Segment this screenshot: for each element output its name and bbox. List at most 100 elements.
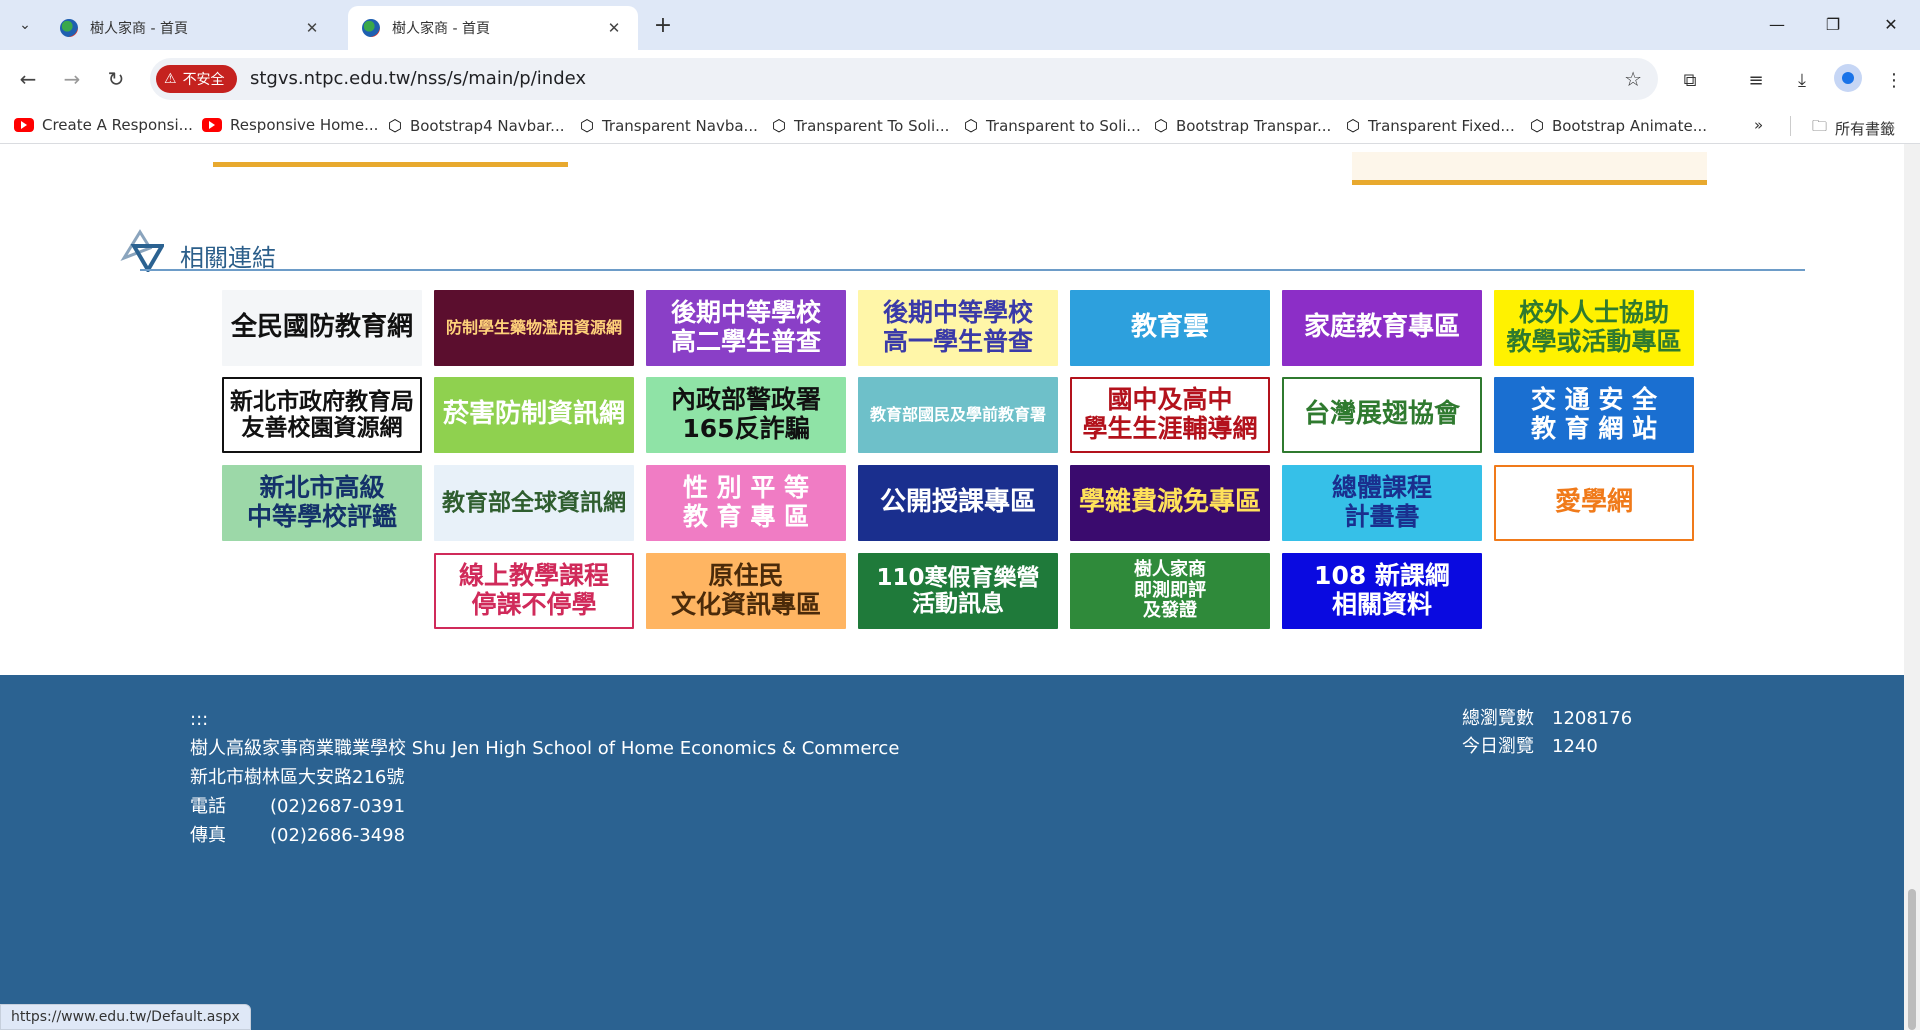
bookmark-label: Transparent to Soli... xyxy=(985,116,1141,135)
new-tab-plus-icon[interactable]: + xyxy=(650,12,676,38)
codepen-icon: ⬡ xyxy=(1154,116,1168,135)
related-link-banner[interactable]: 108 新課綱 相關資料 xyxy=(1282,553,1482,629)
url-text[interactable]: stgvs.ntpc.edu.tw/nss/s/main/p/index xyxy=(250,58,586,100)
related-link-label: 菸害防制資訊網 xyxy=(442,399,625,430)
related-link-label: 學雜費減免專區 xyxy=(1078,487,1261,518)
today-views-label: 今日瀏覽 xyxy=(1462,736,1534,757)
bookmark-item[interactable]: ⬡ Bootstrap4 Navbar... xyxy=(388,116,564,135)
browser-tab-2-active[interactable]: 樹人家商 - 首頁 ✕ xyxy=(348,6,638,50)
related-link-banner[interactable]: 家庭教育專區 xyxy=(1282,290,1482,366)
downloads-icon[interactable]: ⤓ xyxy=(1788,66,1816,94)
related-link-banner[interactable]: 台灣展翅協會 xyxy=(1282,377,1482,453)
bookmark-item[interactable]: ⬡ Transparent to Soli... xyxy=(964,116,1141,135)
section-divider xyxy=(140,269,1805,271)
related-link-banner[interactable]: 新北市高級 中等學校評鑑 xyxy=(222,465,422,541)
total-views-row: 總瀏覽數 1208176 xyxy=(1462,705,1632,733)
minimize-window-icon[interactable]: — xyxy=(1752,8,1802,40)
phone-label: 電話 xyxy=(190,796,226,817)
related-link-banner[interactable]: 國中及高中 學生生涯輔導網 xyxy=(1070,377,1270,453)
tab-search-chevron-icon[interactable]: ⌄ xyxy=(12,12,38,38)
related-link-banner[interactable]: 教育部全球資訊網 xyxy=(434,465,634,541)
codepen-icon: ⬡ xyxy=(772,116,786,135)
related-link-banner[interactable]: 防制學生藥物濫用資源網 xyxy=(434,290,634,366)
fax-row: 傳真 (02)2686-3498 xyxy=(190,821,899,850)
related-link-label: 原住民 文化資訊專區 xyxy=(670,561,821,619)
related-link-label: 教育部國民及學前教育署 xyxy=(869,404,1046,424)
triangle-logo-icon xyxy=(120,229,164,272)
bookmark-item[interactable]: ⬡ Transparent Navba... xyxy=(580,116,758,135)
related-link-label: 新北市高級 中等學校評鑑 xyxy=(246,473,397,531)
bookmark-label: Create A Responsi... xyxy=(42,116,193,134)
related-link-banner[interactable]: 校外人士協助 教學或活動專區 xyxy=(1494,290,1694,366)
related-link-banner[interactable]: 總體課程 計畫書 xyxy=(1282,465,1482,541)
related-link-banner[interactable]: 愛學網 xyxy=(1494,465,1694,541)
accesskey-marker[interactable]: ::: xyxy=(190,705,899,734)
bookmark-label: Transparent To Soli... xyxy=(793,116,950,135)
related-link-label: 防制學生藥物濫用資源網 xyxy=(445,317,622,337)
bookmark-label: Transparent Navba... xyxy=(601,116,758,135)
related-link-label: 校外人士協助 教學或活動專區 xyxy=(1506,298,1682,356)
not-secure-label: 不安全 xyxy=(182,72,225,88)
bookmarks-divider xyxy=(1790,116,1791,136)
youtube-icon xyxy=(202,118,222,132)
related-link-banner[interactable]: 性 別 平 等 教 育 專 區 xyxy=(646,465,846,541)
related-link-banner[interactable]: 新北市政府教育局 友善校園資源網 xyxy=(222,377,422,453)
related-link-banner[interactable]: 線上教學課程 停課不停學 xyxy=(434,553,634,629)
back-arrow-icon[interactable]: ← xyxy=(12,63,44,95)
bookmark-item[interactable]: Create A Responsi... xyxy=(14,116,193,134)
school-name: 樹人高級家事商業職業學校 Shu Jen High School of Home… xyxy=(190,738,900,759)
all-bookmarks-button[interactable]: 🗀 所有書籤 xyxy=(1812,116,1895,141)
not-secure-badge[interactable]: ⚠ 不安全 xyxy=(156,65,237,93)
extensions-puzzle-icon[interactable]: ⧉ xyxy=(1676,66,1704,94)
related-link-banner[interactable]: 菸害防制資訊網 xyxy=(434,377,634,453)
related-link-banner[interactable]: 公開授課專區 xyxy=(858,465,1058,541)
scrollbar-thumb[interactable] xyxy=(1908,889,1916,1030)
bookmark-item[interactable]: ⬡ Bootstrap Animate... xyxy=(1530,116,1707,135)
forward-arrow-icon[interactable]: → xyxy=(56,63,88,95)
tab-title: 樹人家商 - 首頁 xyxy=(392,21,490,37)
related-link-banner[interactable]: 教育部國民及學前教育署 xyxy=(858,377,1058,453)
fax-label: 傳真 xyxy=(190,825,226,846)
browser-tab-1[interactable]: 樹人家商 - 首頁 ✕ xyxy=(46,6,336,50)
related-link-banner[interactable]: 原住民 文化資訊專區 xyxy=(646,553,846,629)
close-window-icon[interactable]: ✕ xyxy=(1866,8,1916,40)
related-link-banner[interactable]: 內政部警政署 165反詐騙 xyxy=(646,377,846,453)
related-link-banner[interactable]: 後期中等學校 高一學生普查 xyxy=(858,290,1058,366)
related-link-banner[interactable]: 學雜費減免專區 xyxy=(1070,465,1270,541)
profile-avatar-icon[interactable] xyxy=(1834,64,1862,92)
bookmark-item[interactable]: ⬡ Bootstrap Transpar... xyxy=(1154,116,1331,135)
bookmark-item[interactable]: Responsive Home... xyxy=(202,116,378,134)
related-link-label: 內政部警政署 165反詐騙 xyxy=(670,385,821,443)
bookmark-item[interactable]: ⬡ Transparent To Soli... xyxy=(772,116,949,135)
close-tab-icon[interactable]: ✕ xyxy=(604,18,624,38)
bookmark-star-icon[interactable]: ☆ xyxy=(1624,67,1642,91)
reload-icon[interactable]: ↻ xyxy=(100,63,132,95)
phone-number: (02)2687-0391 xyxy=(270,796,406,817)
related-link-label: 108 新課綱 相關資料 xyxy=(1314,561,1450,619)
bookmark-label: Transparent Fixed... xyxy=(1367,116,1515,135)
address-bar[interactable]: ⚠ 不安全 stgvs.ntpc.edu.tw/nss/s/main/p/ind… xyxy=(150,58,1658,100)
related-link-banner[interactable]: 樹人家商 即測即評 及發證 xyxy=(1070,553,1270,629)
codepen-icon: ⬡ xyxy=(1346,116,1360,135)
related-link-banner[interactable]: 教育雲 xyxy=(1070,290,1270,366)
media-queue-icon[interactable]: ≡ xyxy=(1742,66,1770,94)
related-link-banner[interactable]: 全民國防教育網 xyxy=(222,290,422,366)
restore-window-icon[interactable]: ❐ xyxy=(1808,8,1858,40)
school-address: 新北市樹林區大安路216號 xyxy=(190,767,405,788)
bookmark-item[interactable]: ⬡ Transparent Fixed... xyxy=(1346,116,1515,135)
more-bookmarks-chevron-icon[interactable]: » xyxy=(1754,116,1763,134)
visit-counter: 總瀏覽數 1208176 今日瀏覽 1240 xyxy=(1462,705,1632,761)
related-link-banner[interactable]: 交 通 安 全 教 育 網 站 xyxy=(1494,377,1694,453)
related-link-banner[interactable]: 110寒假育樂營 活動訊息 xyxy=(858,553,1058,629)
related-link-banner[interactable]: 後期中等學校 高二學生普查 xyxy=(646,290,846,366)
bookmarks-bar: Create A Responsi... Responsive Home... … xyxy=(0,108,1920,144)
related-link-label: 台灣展翅協會 xyxy=(1303,399,1460,430)
related-link-label: 公開授課專區 xyxy=(879,487,1036,518)
more-menu-icon[interactable]: ⋮ xyxy=(1880,66,1908,94)
related-link-label: 後期中等學校 高一學生普查 xyxy=(882,298,1033,356)
bookmark-label: Bootstrap Animate... xyxy=(1551,116,1707,135)
phone-row: 電話 (02)2687-0391 xyxy=(190,792,899,821)
decorative-card xyxy=(1352,152,1707,180)
page-scrollbar[interactable] xyxy=(1904,144,1920,1030)
close-tab-icon[interactable]: ✕ xyxy=(302,18,322,38)
